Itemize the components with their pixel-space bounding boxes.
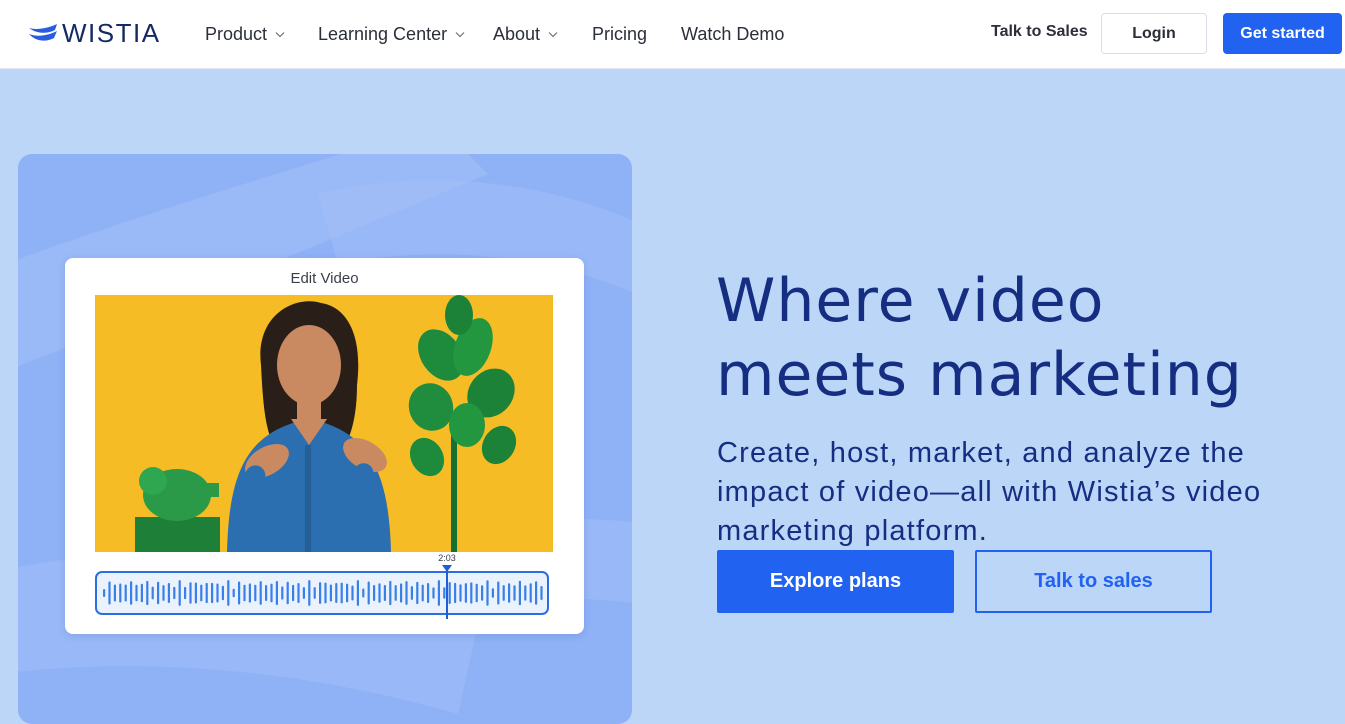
video-editor-card: Edit Video 2:03	[65, 258, 584, 634]
hero-title-line-2: meets marketing	[716, 340, 1243, 410]
hero-title: Where video meets marketing	[716, 264, 1316, 412]
explore-plans-button[interactable]: Explore plans	[717, 550, 954, 613]
nav-learning-center[interactable]: Learning Center	[318, 22, 465, 46]
site-header: WISTIA Product Learning Center About Pri…	[0, 0, 1345, 69]
hero-subtitle: Create, host, market, and analyze the im…	[717, 437, 1262, 547]
editor-title: Edit Video	[290, 270, 359, 287]
hero-title-line-1: Where video	[716, 266, 1105, 336]
chevron-down-icon	[455, 31, 465, 37]
talk-to-sales-link[interactable]: Talk to Sales	[991, 23, 1088, 41]
audio-waveform-timeline	[95, 565, 549, 619]
hero-media-panel: Edit Video 2:03	[18, 154, 632, 724]
nav-learning-center-label: Learning Center	[318, 23, 448, 44]
talk-to-sales-button[interactable]: Talk to sales	[975, 550, 1212, 613]
wistia-logo-icon	[29, 24, 57, 41]
nav-pricing[interactable]: Pricing	[592, 22, 647, 46]
wistia-logo[interactable]: WISTIA	[28, 20, 161, 46]
login-button[interactable]: Login	[1101, 13, 1207, 54]
nav-about[interactable]: About	[493, 22, 558, 46]
nav-watch-demo[interactable]: Watch Demo	[681, 22, 784, 46]
nav-pricing-label: Pricing	[592, 23, 648, 44]
logo-wordmark: WISTIA	[62, 18, 161, 48]
chevron-down-icon	[275, 31, 285, 37]
chevron-down-icon	[548, 31, 558, 37]
nav-watch-demo-label: Watch Demo	[681, 23, 785, 44]
playhead-marker-icon	[442, 565, 452, 572]
nav-about-label: About	[493, 23, 541, 44]
get-started-button[interactable]: Get started	[1223, 13, 1342, 54]
presenter-illustration	[95, 295, 553, 552]
playhead-timecode: 2:03	[438, 553, 456, 563]
video-thumbnail[interactable]	[95, 295, 553, 552]
nav-product[interactable]: Product	[205, 22, 285, 46]
nav-product-label: Product	[205, 23, 268, 44]
